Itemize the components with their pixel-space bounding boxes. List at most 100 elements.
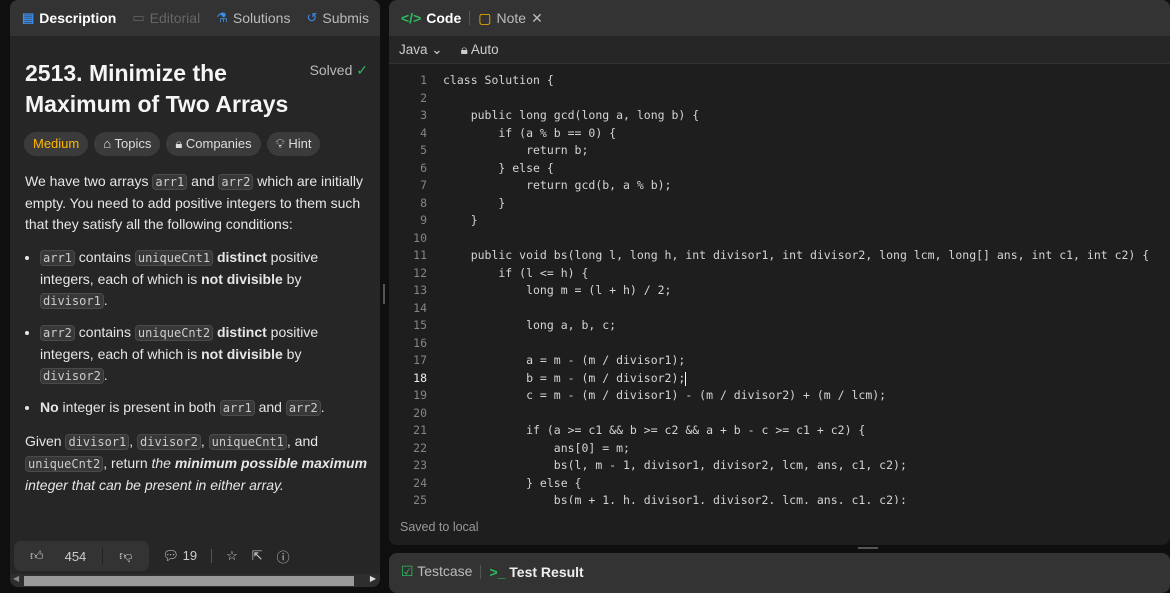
scroll-left-icon[interactable]: ◀ <box>13 574 19 583</box>
lock-icon: 🔒︎ <box>175 136 186 151</box>
code-line: 12 if (l <= h) { <box>389 265 1170 283</box>
tab-label: Solutions <box>232 10 291 26</box>
inline-code: arr2 <box>285 400 321 416</box>
code-editor[interactable]: 1 class Solution {2 3 public long gcd(long… <box>389 72 1170 504</box>
inline-code: uniqueCnt1 <box>208 434 287 450</box>
text-segment: not divisible <box>201 271 283 287</box>
description-intro: We have two arrays arr1 and arr2 which a… <box>25 171 370 235</box>
note-icon: ▢ <box>478 9 492 26</box>
topics-chip[interactable]: ⌂ Topics <box>94 132 161 156</box>
line-number: 12 <box>413 265 427 280</box>
line-number: 3 <box>420 108 427 122</box>
problem-panel: ▤ Description ▭ Editorial ⚗ Solutions ↺ Subm… <box>10 0 380 587</box>
code-line: 17 a = m - (m / divisor1); <box>389 352 1170 370</box>
code-line: 22 ans[0] = m; <box>389 440 1170 458</box>
problem-description: We have two arrays arr1 and arr2 which a… <box>25 171 370 508</box>
text-segment: minimum possible maximum <box>174 455 368 471</box>
like-button[interactable]: 👍︎ 454 <box>14 548 102 564</box>
tab-description[interactable]: ▤ Description <box>22 10 116 26</box>
code-line: 18 b = m - (m / divisor2); <box>389 370 1170 388</box>
save-status: Saved to local <box>400 520 479 534</box>
text-segment: contains <box>74 249 135 265</box>
code-line: 16 <box>389 335 1170 353</box>
text-segment: and <box>254 399 286 415</box>
comment-count: 19 <box>182 548 198 563</box>
star-icon[interactable]: ☆ <box>226 548 238 564</box>
companies-chip[interactable]: 🔒︎ Companies <box>166 132 261 156</box>
help-icon[interactable]: ⓘ <box>277 547 290 566</box>
close-icon[interactable]: ✕ <box>531 10 543 27</box>
text-segment: . <box>103 367 108 383</box>
code-line: 23 bs(l, m - 1, divisor1, divisor2, lcm,… <box>389 457 1170 475</box>
tab-test-result[interactable]: >_ Test Result <box>489 564 583 580</box>
tab-label: Description <box>39 10 117 26</box>
mode-label: Auto <box>470 41 499 57</box>
tab-testcase[interactable]: ☑ Testcase <box>401 563 472 580</box>
line-number: 10 <box>413 230 427 245</box>
thumbs-up-icon: 👍︎ <box>30 548 44 563</box>
code-text: b = m - (m / divisor2); <box>443 370 686 385</box>
text-segment: . <box>103 292 108 308</box>
text-segment: by <box>282 271 302 287</box>
code-line: 24 } else { <box>389 475 1170 493</box>
code-line: 14 <box>389 300 1170 318</box>
text-segment: not divisible <box>201 346 283 362</box>
code-text: } <box>443 195 506 210</box>
line-number: 14 <box>413 300 427 315</box>
vertical-resize-handle[interactable] <box>858 547 878 549</box>
tab-submissions[interactable]: ↺ Submis <box>306 10 369 26</box>
scroll-right-icon[interactable]: ▶ <box>370 574 376 583</box>
text-segment: by <box>282 346 302 362</box>
line-number: 7 <box>420 178 427 192</box>
code-line: 7 return gcd(b, a % b); <box>389 177 1170 195</box>
editor-toolbar: Java ⌄ 🔒︎ Auto <box>389 36 1170 64</box>
tab-note[interactable]: ▢ Note ✕ <box>478 10 543 27</box>
line-number: 5 <box>420 143 427 157</box>
code-line: 4 if (a % b == 0) { <box>389 125 1170 143</box>
text-segment: , <box>200 433 209 449</box>
problem-footer: 👍︎ 454 👎︎ 💬︎ 19 ☆ ⇱ ⓘ <box>14 541 290 571</box>
dislike-button[interactable]: 👎︎ <box>102 548 148 564</box>
code-line: 11 public void bs(long l, long h, int di… <box>389 247 1170 265</box>
line-number: 4 <box>420 125 427 140</box>
line-number: 15 <box>413 318 427 332</box>
inline-code: arr1 <box>40 250 75 266</box>
divider <box>469 11 471 25</box>
tab-label: Testcase <box>417 563 473 579</box>
tab-solutions[interactable]: ⚗ Solutions <box>216 10 290 26</box>
inline-code: arr2 <box>218 174 254 190</box>
tab-code[interactable]: </> Code <box>401 10 461 26</box>
text-segment: distinct <box>216 249 267 265</box>
language-select[interactable]: Java ⌄ <box>399 42 443 58</box>
solved-label: Solved <box>309 62 353 78</box>
hint-chip[interactable]: 💡︎ Hint <box>266 132 321 156</box>
divider <box>480 564 482 579</box>
line-number: 6 <box>420 160 427 175</box>
panel-resize-handle[interactable] <box>383 284 385 304</box>
code-line: 6 } else { <box>389 160 1170 178</box>
code-line: 3 public long gcd(long a, long b) { <box>389 107 1170 125</box>
line-number: 16 <box>413 335 427 350</box>
text-segment: No <box>40 399 59 415</box>
line-number: 17 <box>413 353 427 367</box>
code-text: } <box>443 213 478 227</box>
language-label: Java <box>399 41 428 57</box>
horizontal-scrollbar[interactable]: ◀ ▶ <box>10 574 380 587</box>
share-icon[interactable]: ⇱ <box>252 548 263 564</box>
text-segment: We have two arrays <box>25 173 153 189</box>
text-segment: and <box>187 173 219 189</box>
tab-editorial[interactable]: ▭ Editorial <box>132 10 200 26</box>
comments-button[interactable]: 💬︎ 19 <box>163 548 198 564</box>
code-text: if (a >= c1 && b >= c2 && a + b - c >= c… <box>443 423 866 437</box>
inline-code: divisor2 <box>40 368 104 384</box>
flask-icon: ⚗ <box>216 10 228 25</box>
auto-mode[interactable]: 🔒︎ Auto <box>461 42 499 58</box>
scrollbar-thumb[interactable] <box>24 576 354 586</box>
code-line: 20 <box>389 405 1170 423</box>
line-number: 8 <box>420 195 427 210</box>
chip-label: Companies <box>185 136 252 151</box>
